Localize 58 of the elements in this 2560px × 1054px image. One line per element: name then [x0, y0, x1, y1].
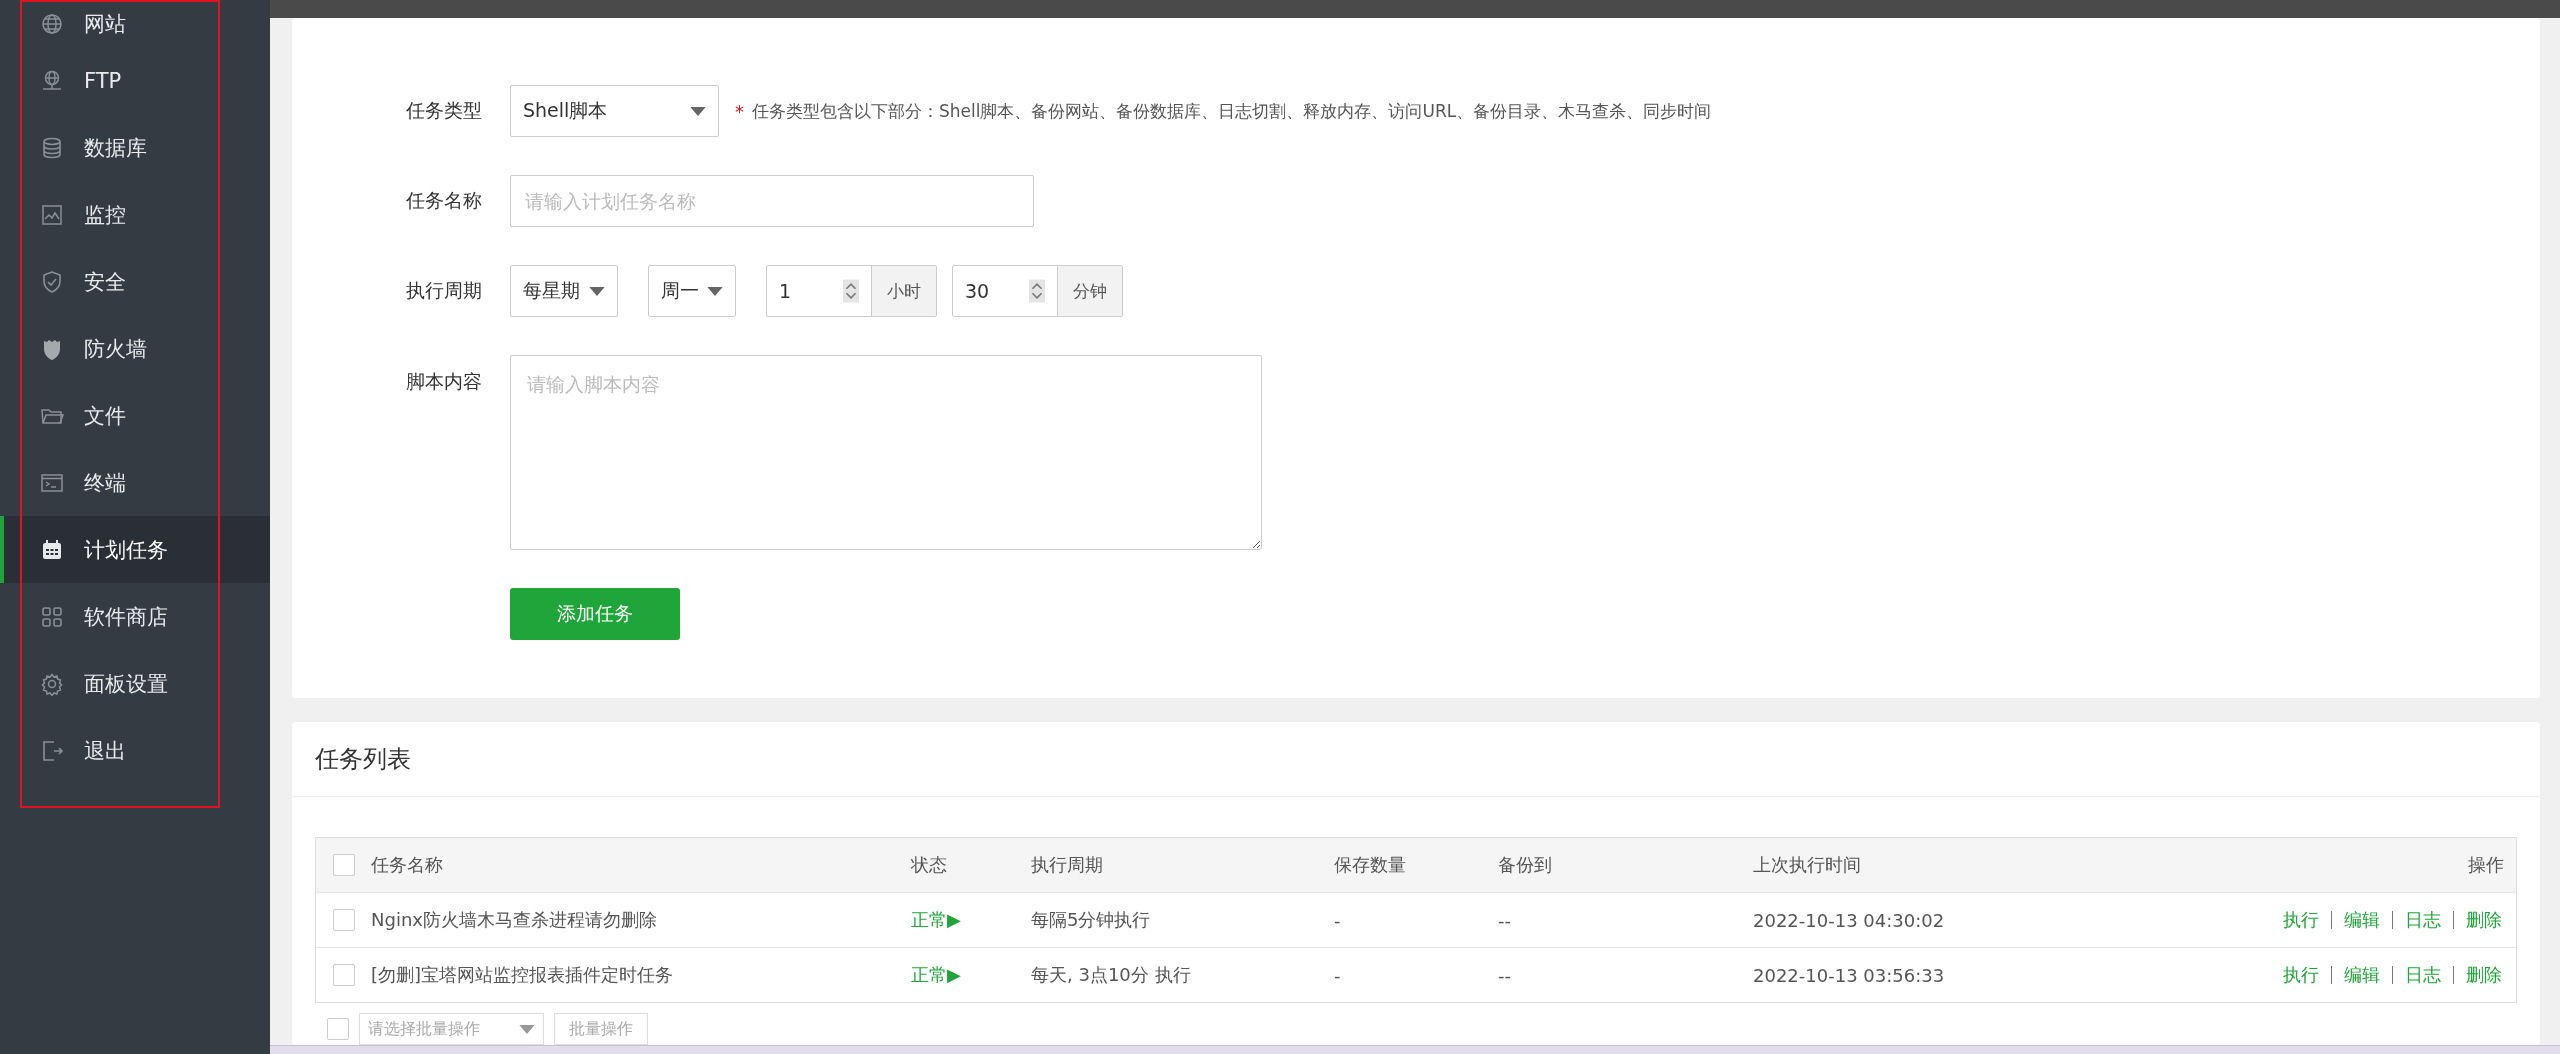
- sidebar-item[interactable]: 安全: [0, 248, 270, 315]
- settings-icon: [40, 671, 64, 696]
- section-title: 任务列表: [292, 722, 2540, 797]
- sidebar-item[interactable]: 网站: [0, 0, 270, 47]
- field-label: 执行周期: [405, 278, 483, 303]
- grid-icon: [40, 604, 64, 629]
- field-label: 任务类型: [405, 98, 483, 123]
- script-field[interactable]: 请输入脚本内容: [510, 355, 1262, 550]
- sidebar-item[interactable]: FTP: [0, 47, 270, 114]
- chart-icon: [40, 202, 64, 227]
- table-cell-text: --: [1498, 909, 1512, 931]
- sidebar-item[interactable]: 文件: [0, 382, 270, 449]
- sidebar-item[interactable]: 退出: [0, 717, 270, 784]
- table-cell-text: -: [1334, 964, 1342, 986]
- column-header: 操作: [2467, 853, 2505, 877]
- table-cell-text: 每隔5分钟执行: [1031, 908, 1152, 932]
- checkbox[interactable]: [332, 909, 355, 931]
- task-type-select[interactable]: Shell脚本: [510, 85, 719, 137]
- shield-icon: [40, 269, 64, 294]
- table-cell-text: Nginx防火墙木马查杀进程请勿删除: [371, 908, 658, 932]
- database-icon: [40, 135, 64, 160]
- table-cell-text: 2022-10-13 04:30:02: [1753, 909, 1946, 931]
- column-header: 备份到: [1498, 853, 1553, 877]
- globe-icon: [40, 11, 64, 36]
- column-header: 上次执行时间: [1753, 853, 1862, 877]
- table-cell-text: [勿删]宝塔网站监控报表插件定时任务: [371, 963, 675, 987]
- caret-icon: [589, 286, 605, 296]
- checkbox[interactable]: [332, 964, 355, 986]
- table-cell-text: 每天, 3点10分 执行: [1031, 963, 1192, 987]
- caret-icon: [519, 1024, 535, 1034]
- field-label: 任务名称: [405, 188, 483, 213]
- caret-icon: [690, 106, 706, 116]
- caret-icon: [707, 286, 723, 296]
- column-header: 状态: [911, 853, 948, 877]
- checkbox[interactable]: [332, 854, 355, 876]
- network-globe-icon: [40, 68, 64, 93]
- field-label: 脚本内容: [405, 369, 483, 394]
- sidebar-item[interactable]: 数据库: [0, 114, 270, 181]
- period-select[interactable]: 每星期: [510, 265, 618, 317]
- required-mark: *: [735, 100, 744, 122]
- table-cell-text: -: [1334, 909, 1342, 931]
- table-cell-text: --: [1498, 964, 1512, 986]
- sidebar-item[interactable]: 软件商店: [0, 583, 270, 650]
- sidebar-item[interactable]: 防火墙: [0, 315, 270, 382]
- sidebar-item[interactable]: 监控: [0, 181, 270, 248]
- hint-text: 任务类型包含以下部分：Shell脚本、备份网站、备份数据库、日志切割、释放内存、访问URL、备份目录、木马查杀、同步时间: [752, 99, 1712, 123]
- task-name-field[interactable]: 请输入计划任务名称: [510, 175, 1034, 227]
- weekday-select[interactable]: 周一: [648, 265, 736, 317]
- checkbox[interactable]: [327, 1018, 349, 1040]
- column-header: 任务名称: [371, 853, 444, 877]
- column-header: 执行周期: [1031, 853, 1104, 877]
- sidebar-item[interactable]: 面板设置: [0, 650, 270, 717]
- sidebar-item[interactable]: 计划任务: [0, 516, 270, 583]
- calendar-icon: [40, 537, 64, 562]
- column-header: 保存数量: [1334, 853, 1407, 877]
- table-cell-text: 2022-10-13 03:56:33: [1753, 964, 1946, 986]
- exit-icon: [40, 738, 64, 763]
- sidebar-item[interactable]: 终端: [0, 449, 270, 516]
